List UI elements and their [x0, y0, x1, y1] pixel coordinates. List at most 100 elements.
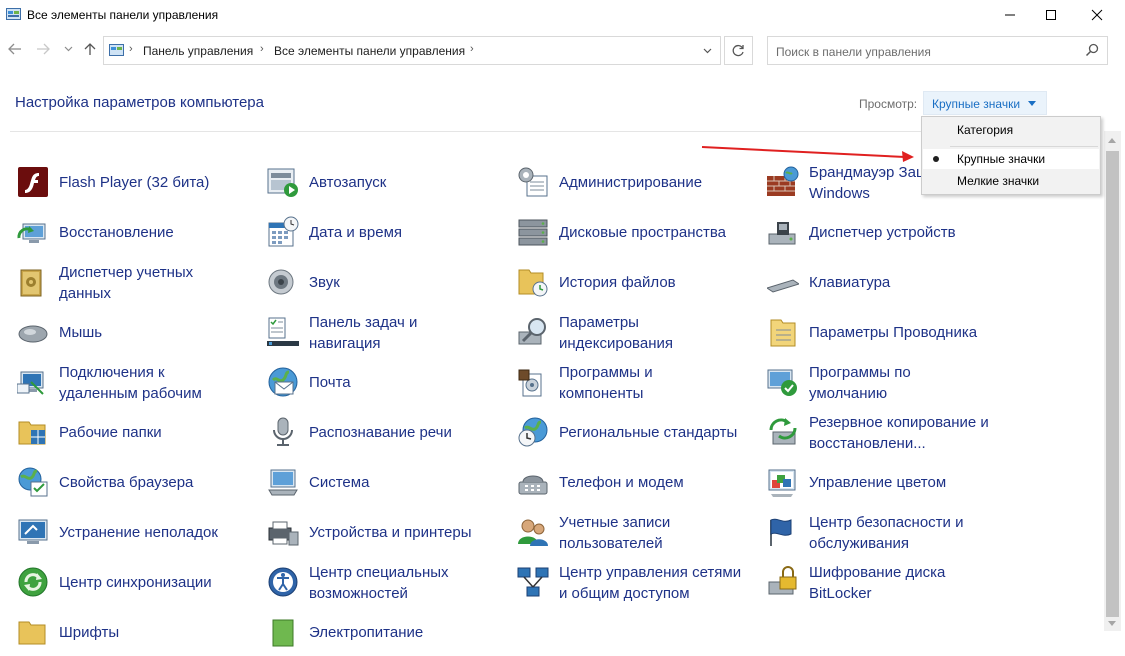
credential-manager-icon	[20, 269, 42, 297]
phone-modem-icon	[518, 475, 548, 495]
cp-item-power-options[interactable]: Электропитание	[267, 610, 507, 656]
up-arrow-icon[interactable]	[84, 42, 96, 56]
breadcrumb-separator: ›	[129, 43, 133, 55]
internet-options-icon	[18, 467, 48, 497]
cp-item-taskbar[interactable]: Панель задач и навигация	[267, 310, 507, 356]
view-menu: Категория Крупные значки Мелкие значки	[921, 116, 1101, 195]
search-box[interactable]: Поиск в панели управления	[767, 36, 1108, 65]
cp-item-user-accounts[interactable]: Учетные записи пользователей	[517, 510, 757, 556]
forward-arrow-icon[interactable]	[36, 43, 50, 55]
cp-item-backup-restore[interactable]: Резервное копирование и восстановлени...	[767, 410, 1007, 456]
sync-icon	[18, 567, 48, 597]
indexing-icon	[518, 318, 546, 345]
printer-icon	[268, 521, 299, 546]
microphone-icon	[273, 417, 293, 446]
view-option-small-icons[interactable]: Мелкие значки	[923, 171, 1099, 191]
cp-item-internet-options[interactable]: Свойства браузера	[17, 460, 257, 506]
scrollbar-thumb[interactable]	[1106, 151, 1119, 617]
annotation-arrow-icon	[701, 146, 914, 162]
breadcrumb-all-items[interactable]: Все элементы панели управления	[274, 44, 465, 58]
cp-item-recovery[interactable]: Восстановление	[17, 210, 257, 256]
cp-item-autoplay[interactable]: Автозапуск	[267, 160, 507, 206]
explorer-options-icon	[770, 319, 796, 347]
cp-item-bitlocker[interactable]: Шифрование диска BitLocker	[767, 560, 1007, 606]
recovery-icon	[17, 223, 46, 243]
refresh-icon	[732, 44, 744, 57]
back-arrow-icon[interactable]	[8, 43, 22, 55]
close-button[interactable]	[1074, 0, 1120, 30]
breadcrumb-control-panel[interactable]: Панель управления	[143, 44, 253, 58]
view-label: Просмотр:	[859, 97, 918, 111]
cp-item-phone-modem[interactable]: Телефон и модем	[517, 460, 757, 506]
cp-item-devices-printers[interactable]: Устройства и принтеры	[267, 510, 507, 556]
computer-icon	[268, 469, 298, 496]
cp-item-sync-center[interactable]: Центр синхронизации	[17, 560, 257, 606]
breadcrumb-separator: ›	[470, 43, 474, 55]
keyboard-icon	[767, 279, 799, 293]
device-manager-icon	[768, 222, 796, 245]
maximize-button[interactable]	[1028, 0, 1074, 30]
scroll-up-arrow-icon[interactable]	[1108, 138, 1116, 143]
cp-item-indexing-options[interactable]: Параметры индексирования	[517, 310, 757, 356]
region-clock-icon	[518, 417, 548, 447]
cp-item-mail[interactable]: Почта	[267, 360, 507, 406]
remote-desktop-icon	[17, 371, 44, 395]
taskbar-icon	[267, 317, 299, 346]
view-select[interactable]: Крупные значки	[923, 91, 1047, 115]
cp-item-keyboard[interactable]: Клавиатура	[767, 260, 1007, 306]
cp-item-ease-of-access[interactable]: Центр специальных возможностей	[267, 560, 507, 606]
recent-locations-chevron-icon[interactable]	[64, 46, 73, 52]
control-panel-icon	[6, 8, 21, 20]
cp-item-storage-spaces[interactable]: Дисковые пространства	[517, 210, 757, 256]
bitlocker-icon	[768, 566, 797, 595]
cp-item-flash-player[interactable]: Flash Player (32 бита)	[17, 160, 257, 206]
search-icon[interactable]	[1085, 43, 1099, 57]
cp-item-work-folders[interactable]: Рабочие папки	[17, 410, 257, 456]
cp-item-region[interactable]: Региональные стандарты	[517, 410, 757, 456]
autoplay-icon	[267, 168, 298, 197]
security-flag-icon	[770, 518, 792, 546]
cp-item-mouse[interactable]: Мышь	[17, 310, 257, 356]
refresh-button[interactable]	[724, 36, 753, 65]
cp-item-device-manager[interactable]: Диспетчер устройств	[767, 210, 1007, 256]
cp-item-credential-manager[interactable]: Диспетчер учетных данных	[17, 260, 257, 306]
address-history-button[interactable]	[694, 36, 721, 65]
troubleshooting-icon	[18, 519, 48, 544]
view-option-category[interactable]: Категория	[923, 120, 1099, 140]
cp-item-color-management[interactable]: Управление цветом	[767, 460, 1007, 506]
cp-item-security-maintenance[interactable]: Центр безопасности и обслуживания	[767, 510, 1007, 556]
cp-item-sound[interactable]: Звук	[267, 260, 507, 306]
fonts-icon	[18, 621, 46, 645]
menu-separator	[950, 146, 1098, 147]
cp-item-date-time[interactable]: Дата и время	[267, 210, 507, 256]
control-panel-small-icon	[109, 44, 124, 56]
cp-item-system[interactable]: Система	[267, 460, 507, 506]
cp-item-default-programs[interactable]: Программы по умолчанию	[767, 360, 1007, 406]
address-bar[interactable]: › Панель управления › Все элементы панел…	[103, 36, 721, 65]
file-history-icon	[518, 269, 548, 297]
cp-item-fonts[interactable]: Шрифты	[17, 610, 257, 656]
minimize-button[interactable]	[987, 0, 1033, 30]
cp-item-remote-desktop[interactable]: Подключения к удаленным рабочим	[17, 360, 257, 406]
page-title: Настройка параметров компьютера	[15, 94, 264, 111]
cp-item-network-center[interactable]: Центр управления сетями и общим доступом	[517, 560, 757, 606]
programs-icon	[518, 369, 542, 397]
cp-item-programs-features[interactable]: Программы и компоненты	[517, 360, 757, 406]
maximize-icon	[1046, 10, 1056, 20]
cp-item-speech-recognition[interactable]: Распознавание речи	[267, 410, 507, 456]
cp-item-file-history[interactable]: История файлов	[517, 260, 757, 306]
cp-item-troubleshooting[interactable]: Устранение неполадок	[17, 510, 257, 556]
cp-item-explorer-options[interactable]: Параметры Проводника	[767, 310, 1007, 356]
scroll-down-arrow-icon[interactable]	[1108, 621, 1116, 626]
view-select-value: Крупные значки	[932, 97, 1021, 111]
storage-spaces-icon	[518, 219, 548, 246]
view-option-large-icons[interactable]: Крупные значки	[923, 149, 1099, 169]
title-bar: Все элементы панели управления	[0, 0, 1125, 31]
backup-icon	[769, 418, 797, 445]
dropdown-arrow-icon	[1028, 101, 1036, 106]
administrative-tools-icon	[518, 167, 548, 197]
work-folders-icon	[18, 421, 46, 445]
mail-icon	[268, 367, 298, 397]
selected-bullet-icon	[933, 156, 939, 162]
vertical-scrollbar[interactable]	[1104, 131, 1121, 631]
